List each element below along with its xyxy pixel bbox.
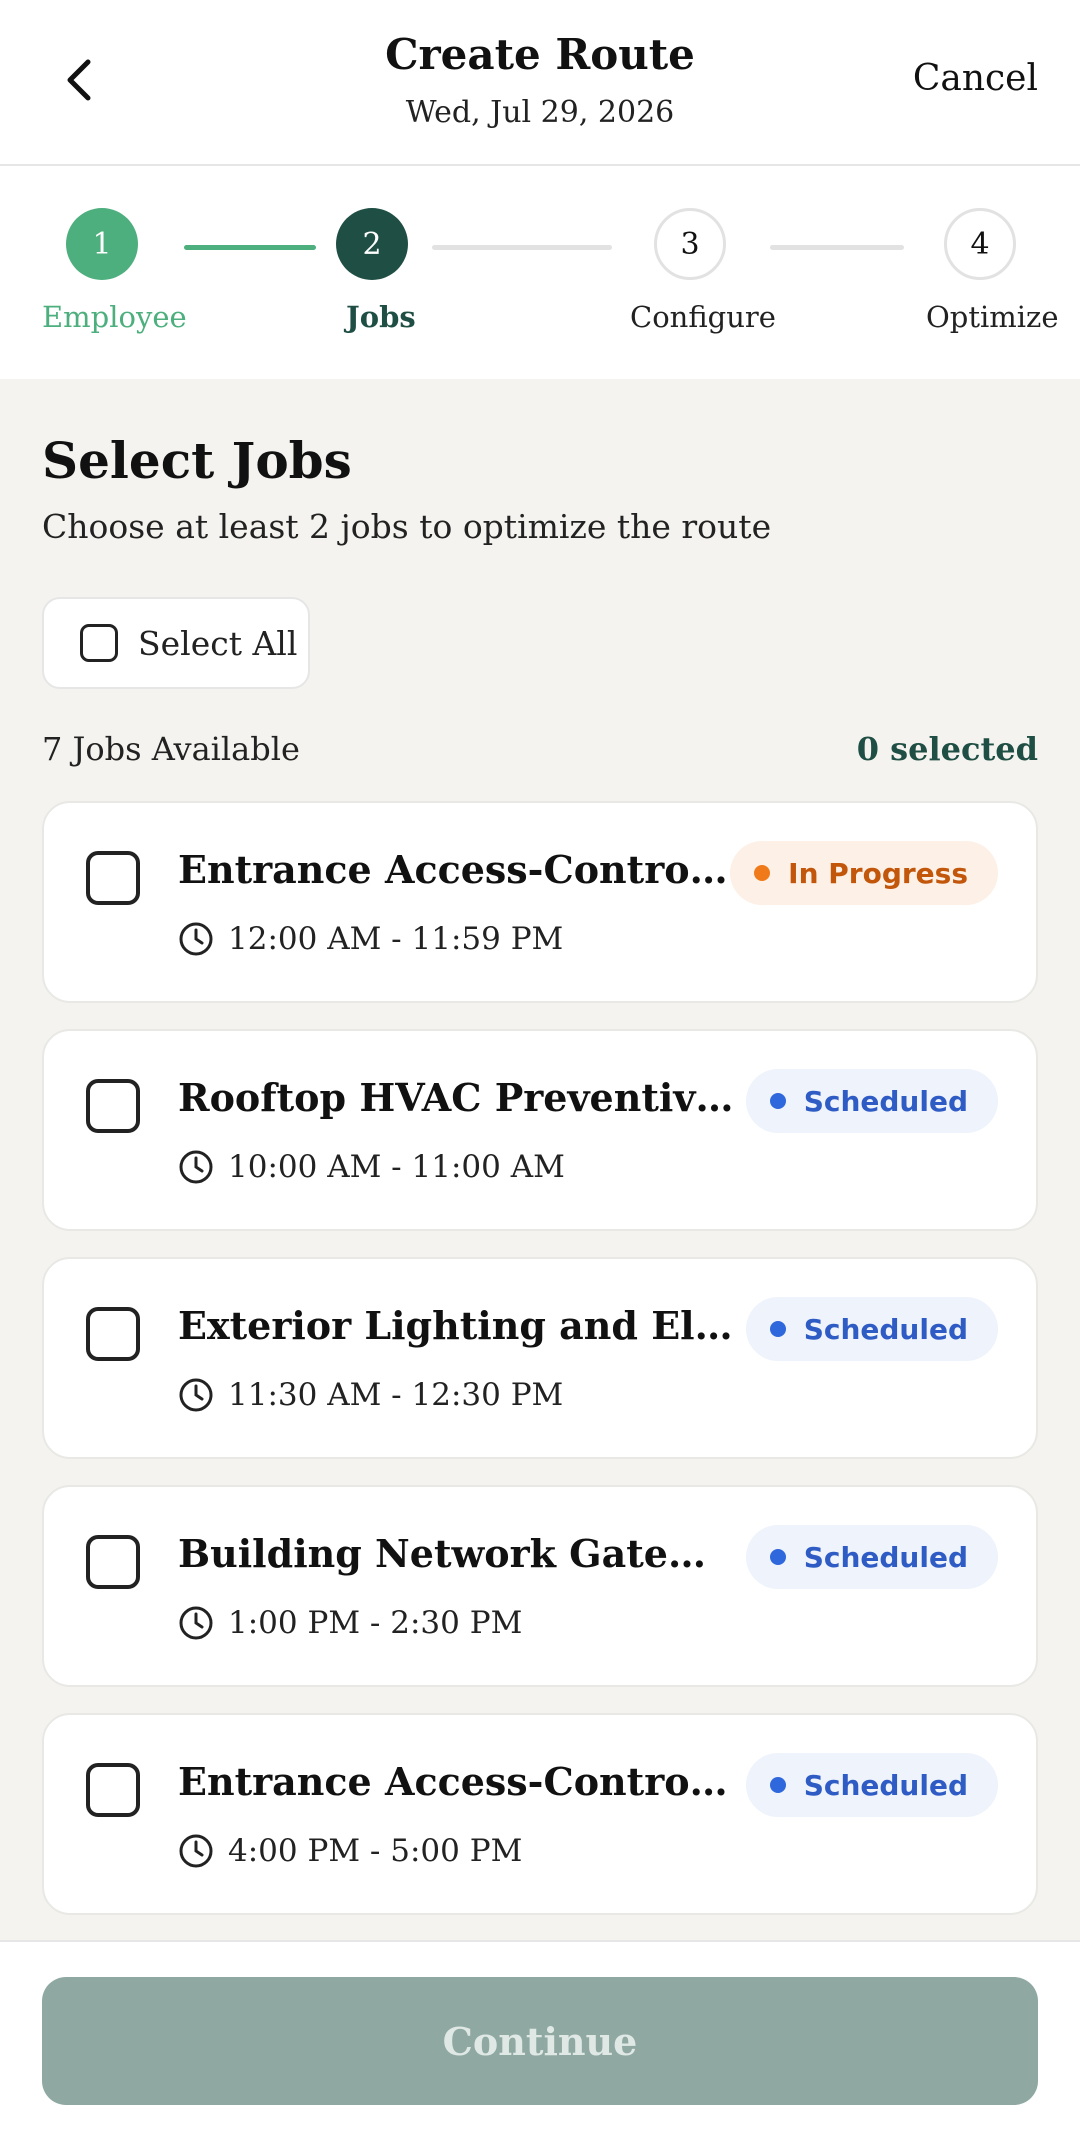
job-title: Building Network Gateway Maintenance xyxy=(178,1531,738,1576)
job-time-text: 1:00 PM - 2:30 PM xyxy=(228,1605,523,1641)
step-4-label: Optimize xyxy=(926,300,1059,334)
clock-icon xyxy=(179,1606,213,1640)
status-badge: Scheduled xyxy=(745,1297,998,1361)
job-card[interactable]: Rooftop HVAC Preventive Maintenance 10:0… xyxy=(42,1029,1038,1231)
job-time: 1:00 PM - 2:30 PM xyxy=(178,1605,522,1641)
step-3-number: 3 xyxy=(680,226,700,262)
clock-icon xyxy=(179,1834,213,1868)
step-1-circle[interactable]: 1 xyxy=(66,208,138,280)
job-title: Entrance Access-Control Inspection xyxy=(178,847,738,892)
select-all-checkbox[interactable] xyxy=(80,624,118,662)
job-selection-panel: Select Jobs Choose at least 2 jobs to op… xyxy=(0,379,1080,1940)
step-2-circle[interactable]: 2 xyxy=(336,208,408,280)
step-1-number: 1 xyxy=(92,226,112,262)
job-checkbox[interactable] xyxy=(86,1535,140,1589)
route-date: Wed, Jul 29, 2026 xyxy=(405,95,675,130)
status-dot xyxy=(769,1549,786,1565)
clock-icon xyxy=(179,922,213,956)
job-checkbox[interactable] xyxy=(86,1307,140,1361)
step-1-label: Employee xyxy=(42,300,187,334)
status-badge: Scheduled xyxy=(745,1069,998,1133)
connector-3-4 xyxy=(770,245,904,250)
job-time-text: 12:00 AM - 11:59 PM xyxy=(228,921,564,957)
job-checkbox[interactable] xyxy=(86,851,140,905)
job-title: Entrance Access-Control Inspection xyxy=(178,1759,738,1804)
status-text: Scheduled xyxy=(803,1540,968,1574)
step-3-label: Configure xyxy=(630,300,776,334)
status-text: Scheduled xyxy=(803,1768,968,1802)
job-checkbox[interactable] xyxy=(86,1079,140,1133)
status-dot xyxy=(769,1777,786,1793)
job-time: 10:00 AM - 11:00 AM xyxy=(178,1149,565,1185)
section-title: Select Jobs xyxy=(42,431,352,490)
status-dot xyxy=(769,1093,786,1109)
job-title: Rooftop HVAC Preventive Maintenance xyxy=(178,1075,738,1120)
job-card[interactable]: Entrance Access-Control Inspection 4:00 … xyxy=(42,1713,1038,1915)
step-4-number: 4 xyxy=(970,226,990,262)
connector-2-3 xyxy=(432,245,612,250)
continue-button[interactable]: Continue xyxy=(42,1977,1038,2105)
status-text: In Progress xyxy=(788,856,968,890)
step-2-number: 2 xyxy=(362,226,382,262)
job-card[interactable]: Building Network Gateway Maintenance 1:0… xyxy=(42,1485,1038,1687)
status-text: Scheduled xyxy=(803,1312,968,1346)
cancel-button[interactable]: Cancel xyxy=(913,58,1038,99)
job-card[interactable]: Exterior Lighting and Electrical Check 1… xyxy=(42,1257,1038,1459)
section-subtitle: Choose at least 2 jobs to optimize the r… xyxy=(42,507,772,546)
job-title: Exterior Lighting and Electrical Check xyxy=(178,1303,738,1348)
select-all-button[interactable]: Select All xyxy=(42,597,310,689)
select-all-label: Select All xyxy=(138,623,298,663)
job-card[interactable]: Entrance Access-Control Inspection 12:00… xyxy=(42,801,1038,1003)
job-time-text: 11:30 AM - 12:30 PM xyxy=(228,1377,564,1413)
step-2-label: Jobs xyxy=(346,300,416,334)
status-badge: Scheduled xyxy=(745,1525,998,1589)
job-time-text: 10:00 AM - 11:00 AM xyxy=(228,1149,565,1185)
progress-stepper: 1 Employee 2 Jobs 3 Configure 4 Optimize xyxy=(0,166,1080,379)
status-badge: In Progress xyxy=(730,841,998,905)
job-time-text: 4:00 PM - 5:00 PM xyxy=(228,1833,523,1869)
app-header: Create Route Wed, Jul 29, 2026 Cancel xyxy=(0,0,1080,166)
connector-1-2 xyxy=(184,245,316,250)
step-4-circle[interactable]: 4 xyxy=(944,208,1016,280)
job-time: 11:30 AM - 12:30 PM xyxy=(178,1377,563,1413)
selected-count: 0 selected xyxy=(856,730,1038,768)
clock-icon xyxy=(179,1150,213,1184)
footer-bar: Continue xyxy=(0,1940,1080,2134)
status-dot xyxy=(769,1321,786,1337)
jobs-available-count: 7 Jobs Available xyxy=(42,730,300,768)
status-badge: Scheduled xyxy=(745,1753,998,1817)
clock-icon xyxy=(179,1378,213,1412)
status-text: Scheduled xyxy=(803,1084,968,1118)
step-3-circle[interactable]: 3 xyxy=(654,208,726,280)
status-dot xyxy=(754,865,771,881)
job-time: 12:00 AM - 11:59 PM xyxy=(178,921,563,957)
job-time: 4:00 PM - 5:00 PM xyxy=(178,1833,522,1869)
job-checkbox[interactable] xyxy=(86,1763,140,1817)
